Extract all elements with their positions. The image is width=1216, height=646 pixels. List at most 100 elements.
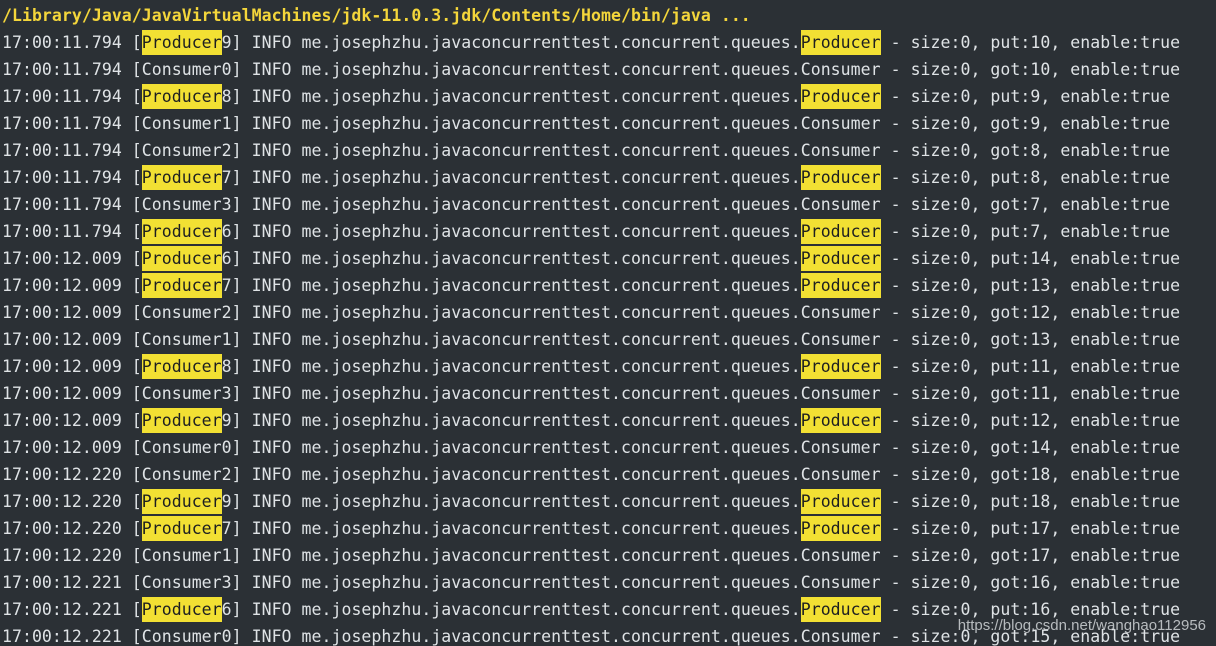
log-separator: - [880, 465, 911, 484]
log-thread-num: 1 [221, 114, 232, 133]
log-bracket-open: [ [121, 249, 142, 268]
log-space [292, 276, 302, 295]
log-logger-package: me.josephzhu.javaconcurrenttest.concurre… [301, 276, 801, 295]
log-thread-num: 3 [221, 195, 232, 214]
log-timestamp: 17:00:12.009 [2, 384, 122, 403]
log-separator: - [880, 33, 911, 52]
log-thread-name: Producer [141, 489, 222, 514]
log-logger-class: Consumer [800, 114, 881, 133]
log-separator: - [880, 519, 911, 538]
log-bracket-close: ] [231, 465, 252, 484]
log-bracket-close: ] [231, 276, 252, 295]
console-output[interactable]: /Library/Java/JavaVirtualMachines/jdk-11… [0, 0, 1216, 646]
log-logger-package: me.josephzhu.javaconcurrenttest.concurre… [301, 195, 801, 214]
log-logger-class: Consumer [800, 627, 881, 646]
log-timestamp: 17:00:11.794 [2, 222, 122, 241]
log-timestamp: 17:00:12.009 [2, 357, 122, 376]
log-thread-num: 7 [221, 276, 232, 295]
log-space [292, 411, 302, 430]
log-bracket-open: [ [121, 465, 142, 484]
log-thread-name: Consumer [141, 303, 222, 322]
log-message: size:0, put:14, enable:true [910, 249, 1181, 268]
log-logger-package: me.josephzhu.javaconcurrenttest.concurre… [301, 114, 801, 133]
log-bracket-open: [ [121, 114, 142, 133]
log-thread-num: 6 [221, 222, 232, 241]
log-thread-name: Consumer [141, 60, 222, 79]
log-level: INFO [251, 249, 292, 268]
log-space [292, 60, 302, 79]
log-bracket-close: ] [231, 303, 252, 322]
log-level: INFO [251, 438, 292, 457]
log-bracket-close: ] [231, 249, 252, 268]
log-thread-name: Producer [141, 354, 222, 379]
log-bracket-close: ] [231, 87, 252, 106]
log-level: INFO [251, 87, 292, 106]
log-space [292, 492, 302, 511]
log-timestamp: 17:00:11.794 [2, 195, 122, 214]
log-message: size:0, got:14, enable:true [910, 438, 1181, 457]
log-separator: - [880, 195, 911, 214]
log-message: size:0, got:9, enable:true [910, 114, 1171, 133]
log-bracket-open: [ [121, 60, 142, 79]
log-logger-package: me.josephzhu.javaconcurrenttest.concurre… [301, 141, 801, 160]
log-timestamp: 17:00:12.220 [2, 465, 122, 484]
log-timestamp: 17:00:11.794 [2, 60, 122, 79]
log-bracket-close: ] [231, 330, 252, 349]
log-separator: - [880, 222, 911, 241]
log-level: INFO [251, 195, 292, 214]
log-space [292, 222, 302, 241]
log-thread-num: 7 [221, 519, 232, 538]
log-separator: - [880, 492, 911, 511]
log-space [292, 114, 302, 133]
log-level: INFO [251, 411, 292, 430]
log-space [292, 573, 302, 592]
log-level: INFO [251, 33, 292, 52]
log-thread-num: 7 [221, 168, 232, 187]
log-bracket-open: [ [121, 600, 142, 619]
log-thread-name: Producer [141, 597, 222, 622]
log-separator: - [880, 627, 911, 646]
log-thread-name: Consumer [141, 438, 222, 457]
log-logger-package: me.josephzhu.javaconcurrenttest.concurre… [301, 519, 801, 538]
log-space [292, 600, 302, 619]
log-separator: - [880, 249, 911, 268]
log-level: INFO [251, 222, 292, 241]
log-level: INFO [251, 168, 292, 187]
log-logger-package: me.josephzhu.javaconcurrenttest.concurre… [301, 303, 801, 322]
log-bracket-open: [ [121, 519, 142, 538]
log-level: INFO [251, 492, 292, 511]
log-level: INFO [251, 357, 292, 376]
log-timestamp: 17:00:11.794 [2, 168, 122, 187]
log-level: INFO [251, 114, 292, 133]
log-bracket-close: ] [231, 546, 252, 565]
log-thread-num: 8 [221, 357, 232, 376]
log-thread-num: 8 [221, 87, 232, 106]
log-thread-name: Consumer [141, 141, 222, 160]
log-timestamp: 17:00:12.220 [2, 546, 122, 565]
log-timestamp: 17:00:11.794 [2, 33, 122, 52]
log-separator: - [880, 357, 911, 376]
log-timestamp: 17:00:12.221 [2, 600, 122, 619]
log-logger-package: me.josephzhu.javaconcurrenttest.concurre… [301, 438, 801, 457]
log-bracket-open: [ [121, 330, 142, 349]
log-logger-class: Consumer [800, 546, 881, 565]
log-logger-class: Producer [800, 165, 881, 190]
log-thread-name: Consumer [141, 465, 222, 484]
log-line: 17:00:11.794 [Producer6] INFO me.josephz… [2, 218, 1180, 245]
log-timestamp: 17:00:12.009 [2, 330, 122, 349]
log-timestamp: 17:00:12.221 [2, 573, 122, 592]
log-timestamp: 17:00:12.220 [2, 492, 122, 511]
log-message: size:0, put:10, enable:true [910, 33, 1181, 52]
log-thread-name: Producer [141, 219, 222, 244]
log-thread-name: Consumer [141, 384, 222, 403]
log-logger-package: me.josephzhu.javaconcurrenttest.concurre… [301, 411, 801, 430]
log-logger-class: Consumer [800, 60, 881, 79]
log-thread-name: Consumer [141, 114, 222, 133]
log-line: 17:00:12.220 [Producer7] INFO me.josephz… [2, 515, 1180, 542]
log-bracket-open: [ [121, 303, 142, 322]
log-bracket-open: [ [121, 87, 142, 106]
log-logger-package: me.josephzhu.javaconcurrenttest.concurre… [301, 168, 801, 187]
log-line: 17:00:11.794 [Consumer3] INFO me.josephz… [2, 191, 1180, 218]
log-timestamp: 17:00:12.221 [2, 627, 122, 646]
log-separator: - [880, 141, 911, 160]
